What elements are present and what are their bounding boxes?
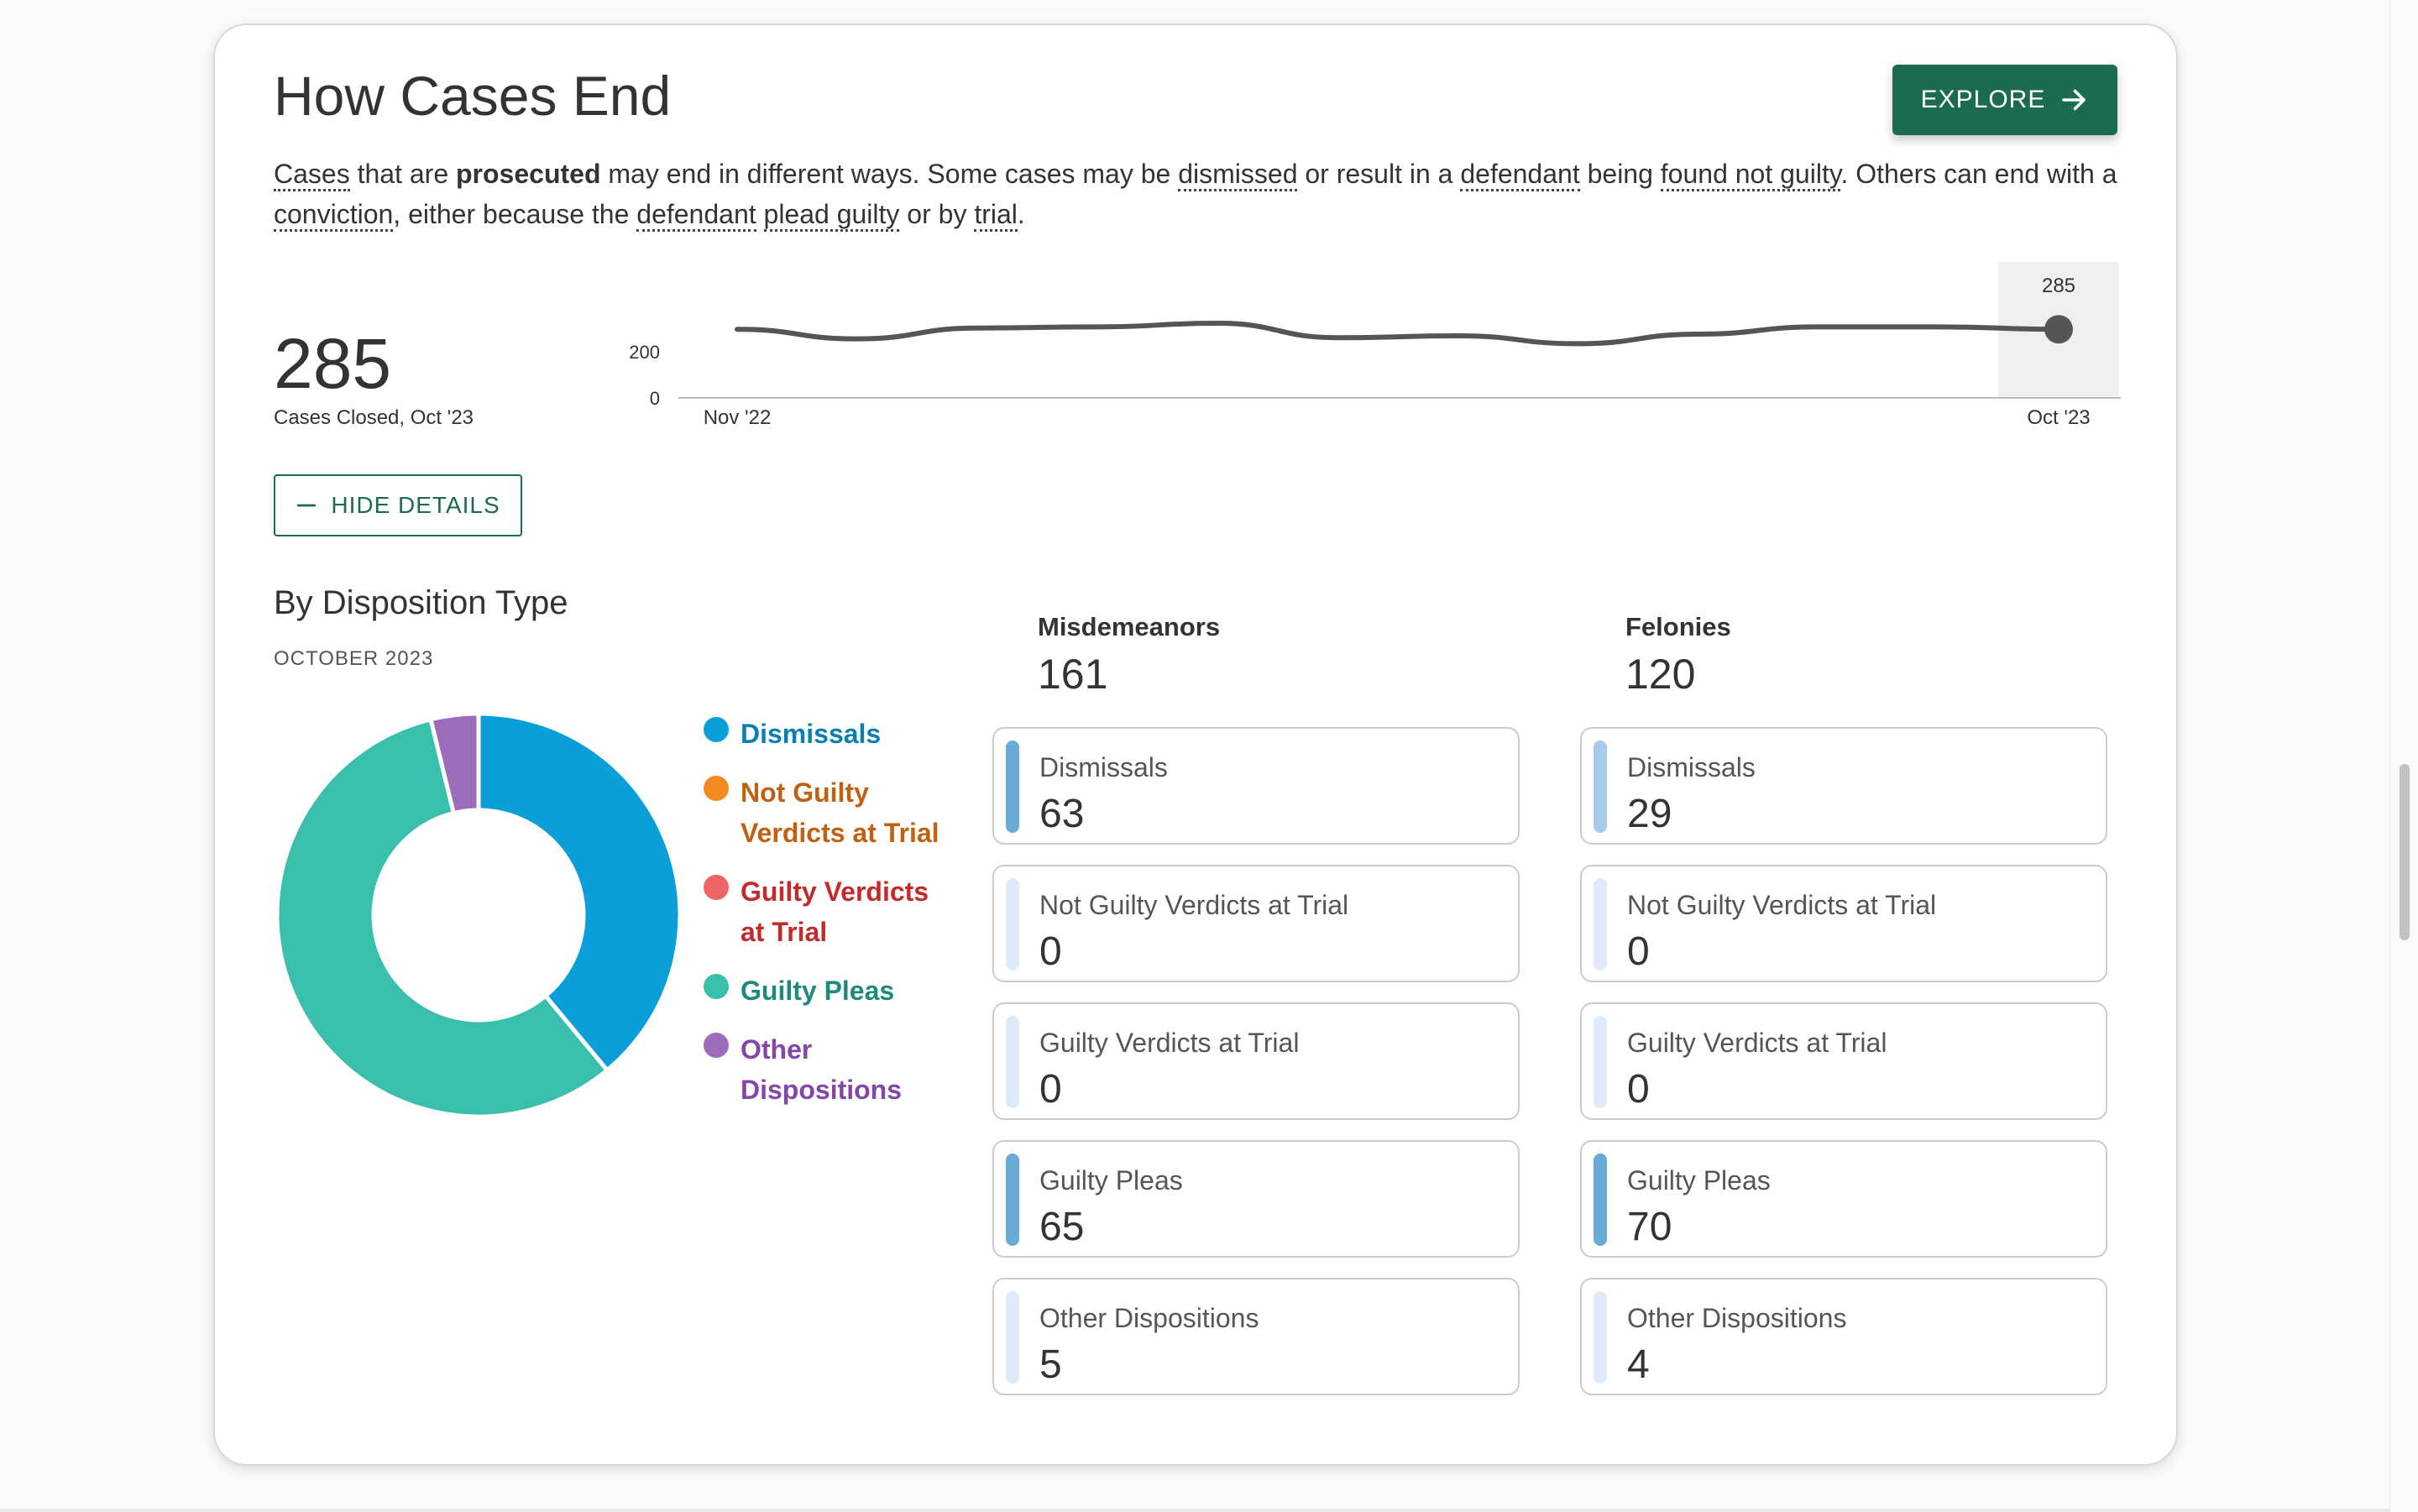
- stat-value: 0: [1627, 1067, 1650, 1112]
- stat-indicator-bar: [1594, 740, 1607, 833]
- stat-indicator-bar: [1006, 1016, 1019, 1108]
- x-tick-label: Nov '22: [704, 406, 772, 429]
- column-title: Felonies: [1625, 612, 1731, 641]
- stat-indicator-bar: [1594, 1016, 1607, 1108]
- hide-details-label: HIDE DETAILS: [331, 492, 500, 518]
- stat-label: Dismissals: [1627, 752, 1756, 782]
- legend-dot-icon: [704, 875, 729, 900]
- sparkline-point-oct-23[interactable]: [2044, 315, 2073, 344]
- stat-indicator-bar: [1006, 1291, 1019, 1384]
- legend-label: Guilty Pleas: [741, 976, 895, 1006]
- stat-value: 29: [1627, 792, 1672, 836]
- stat-card: Not Guilty Verdicts at Trial 0: [992, 865, 1520, 982]
- stat-card: Not Guilty Verdicts at Trial 0: [1580, 865, 2107, 982]
- stat-card: Guilty Verdicts at Trial 0: [992, 1002, 1520, 1120]
- stat-card: Dismissals 29: [1580, 727, 2107, 845]
- stat-label: Guilty Verdicts at Trial: [1627, 1028, 1887, 1058]
- stat-value: 4: [1627, 1342, 1650, 1387]
- stat-label: Guilty Verdicts at Trial: [1039, 1028, 1300, 1058]
- legend-item[interactable]: Other Dispositions: [704, 1029, 955, 1110]
- scrollbar-thumb[interactable]: [2400, 764, 2410, 940]
- column-title: Misdemeanors: [1038, 612, 1221, 641]
- disposition-donut-chart: [275, 711, 683, 1119]
- legend-item[interactable]: Guilty Pleas: [704, 971, 955, 1011]
- stat-label: Not Guilty Verdicts at Trial: [1627, 890, 1937, 920]
- stat-label: Guilty Pleas: [1627, 1165, 1771, 1195]
- column-total: 120: [1625, 651, 1696, 698]
- stat-indicator-bar: [1594, 878, 1607, 971]
- y-tick-label: 200: [629, 342, 660, 363]
- legend-dot-icon: [704, 974, 729, 999]
- legend-item[interactable]: Guilty Verdicts at Trial: [704, 871, 955, 952]
- legend-dot-icon: [704, 717, 729, 742]
- disposition-subtitle: OCTOBER 2023: [274, 647, 434, 670]
- stat-label: Not Guilty Verdicts at Trial: [1039, 890, 1349, 920]
- stat-label: Other Dispositions: [1039, 1303, 1259, 1333]
- legend-label: Guilty Verdicts at Trial: [741, 876, 929, 947]
- stat-value: 0: [1039, 929, 1062, 974]
- stat-card: Guilty Verdicts at Trial 0: [1580, 1002, 2107, 1120]
- cases-closed-sparkline: 200 0 285 Nov '22 Oct '23: [629, 262, 2121, 429]
- stat-card: Other Dispositions 4: [1580, 1278, 2107, 1395]
- stat-card: Guilty Pleas 65: [992, 1140, 1520, 1258]
- stat-card: Other Dispositions 5: [992, 1278, 1520, 1395]
- disposition-title: By Disposition Type: [274, 584, 568, 621]
- hide-details-button[interactable]: HIDE DETAILS: [274, 474, 522, 536]
- legend-dot-icon: [704, 1033, 729, 1058]
- legend-dot-icon: [704, 776, 729, 801]
- stat-value: 65: [1039, 1205, 1085, 1249]
- x-tick-label: Oct '23: [2027, 406, 2090, 429]
- sparkline-path: [735, 321, 2061, 347]
- legend-item[interactable]: Dismissals: [704, 714, 955, 754]
- stat-indicator-bar: [1006, 1154, 1019, 1246]
- legend-label: Dismissals: [741, 719, 882, 749]
- stat-card: Dismissals 63: [992, 727, 1520, 845]
- highlight-value-label: 285: [2042, 275, 2075, 297]
- stat-value: 0: [1627, 929, 1650, 974]
- column-total: 161: [1038, 651, 1108, 698]
- stat-label: Other Dispositions: [1627, 1303, 1847, 1333]
- stat-value: 0: [1039, 1067, 1062, 1112]
- stat-indicator-bar: [1006, 740, 1019, 833]
- y-tick-label: 0: [650, 388, 660, 409]
- legend-label: Other Dispositions: [741, 1034, 903, 1105]
- stat-value: 70: [1627, 1205, 1672, 1249]
- stat-indicator-bar: [1006, 878, 1019, 971]
- stat-card: Guilty Pleas 70: [1580, 1140, 2107, 1258]
- stat-label: Dismissals: [1039, 752, 1168, 782]
- stat-value: 5: [1039, 1342, 1062, 1387]
- stat-value: 63: [1039, 792, 1085, 836]
- divider: [0, 1509, 2389, 1512]
- legend-item[interactable]: Not Guilty Verdicts at Trial: [704, 772, 955, 853]
- stat-indicator-bar: [1594, 1291, 1607, 1384]
- stat-label: Guilty Pleas: [1039, 1165, 1183, 1195]
- donut-legend: Dismissals Not Guilty Verdicts at Trial Gu…: [704, 714, 955, 1128]
- stat-indicator-bar: [1594, 1154, 1607, 1246]
- minus-icon: [297, 504, 317, 507]
- legend-label: Not Guilty Verdicts at Trial: [741, 777, 939, 848]
